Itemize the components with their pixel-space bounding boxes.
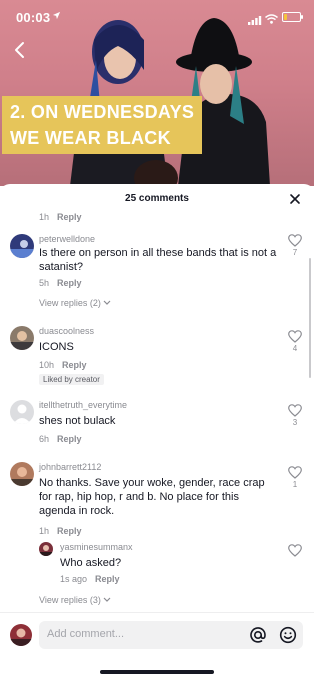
heart-icon xyxy=(288,404,302,417)
comments-count: 25 comments xyxy=(125,193,189,204)
comment-meta: 5h Reply xyxy=(39,278,82,288)
avatar[interactable] xyxy=(10,400,34,424)
back-chevron-icon[interactable] xyxy=(8,38,32,62)
heart-icon xyxy=(288,234,302,247)
wifi-icon xyxy=(265,11,278,29)
heart-icon xyxy=(288,544,302,557)
like-count: 3 xyxy=(292,418,298,427)
like-count: 1 xyxy=(292,480,298,489)
chevron-down-icon xyxy=(103,597,111,602)
view-replies-link[interactable]: View replies (2) xyxy=(39,298,111,308)
reply-text: Who asked? xyxy=(60,557,122,569)
like-button[interactable] xyxy=(287,544,303,557)
comment-text: ICONS xyxy=(39,341,74,353)
partial-comment-meta: 1h Reply xyxy=(39,212,82,222)
avatar[interactable] xyxy=(39,542,53,556)
avatar[interactable] xyxy=(10,234,34,258)
comment-meta: 6h Reply xyxy=(39,434,82,444)
comment-username[interactable]: duascoolness xyxy=(39,326,94,336)
battery-icon xyxy=(282,12,303,22)
like-button[interactable]: 4 xyxy=(287,330,303,353)
caption-line-1: 2. ON WEDNESDAYS xyxy=(10,102,195,122)
caption-line-2: WE WEAR BLACK xyxy=(10,128,171,148)
avatar[interactable] xyxy=(10,462,34,486)
battery-level xyxy=(284,14,287,20)
heart-icon xyxy=(288,330,302,343)
comment-text: shes not bulack xyxy=(39,415,116,427)
emoji-icon[interactable] xyxy=(279,626,297,649)
cellular-signal-icon xyxy=(248,12,262,30)
like-count: 7 xyxy=(292,248,298,257)
reply-link[interactable]: Reply xyxy=(95,574,120,584)
comments-list[interactable]: 1h Reply peterwelldone Is there on person… xyxy=(0,206,314,610)
comment-input[interactable]: Add comment... xyxy=(39,621,303,649)
heart-icon xyxy=(288,466,302,479)
user-avatar xyxy=(10,624,32,646)
comment-username[interactable]: itellthetruth_everytime xyxy=(39,400,127,410)
chevron-down-icon xyxy=(103,300,111,305)
like-button[interactable]: 3 xyxy=(287,404,303,427)
reply-username[interactable]: yasminesummanx xyxy=(60,542,133,552)
close-icon[interactable] xyxy=(288,192,302,206)
reply-meta: 1s ago Reply xyxy=(60,574,120,584)
avatar[interactable] xyxy=(10,326,34,350)
comment-username[interactable]: johnbarrett2112 xyxy=(39,462,101,472)
home-indicator xyxy=(100,670,214,674)
comments-sheet: 25 comments 1h Reply peterwelldone Is the… xyxy=(0,184,314,680)
reply-link[interactable]: Reply xyxy=(57,212,82,222)
scrollbar[interactable] xyxy=(309,258,311,378)
reply-link[interactable]: Reply xyxy=(57,434,82,444)
liked-by-creator-badge: Liked by creator xyxy=(39,374,104,385)
status-bar: 00:03 xyxy=(0,0,314,36)
comment-meta: 1h Reply xyxy=(39,526,82,536)
location-arrow-icon xyxy=(52,11,61,23)
like-count: 4 xyxy=(292,344,298,353)
at-icon[interactable] xyxy=(249,626,267,649)
reply-link[interactable]: Reply xyxy=(57,526,82,536)
comment-meta: 10h Reply xyxy=(39,360,87,370)
view-replies-link[interactable]: View replies (3) xyxy=(39,595,111,605)
reply-link[interactable]: Reply xyxy=(57,278,82,288)
comment-input-placeholder: Add comment... xyxy=(47,628,125,640)
video-caption: 2. ON WEDNESDAYS WE WEAR BLACK xyxy=(2,96,203,154)
status-time: 00:03 xyxy=(16,10,51,25)
video-background[interactable]: 00:03 2. ON WEDNESDAYS WE WEAR BLACK xyxy=(0,0,314,186)
comment-text: No thanks. Save your woke, gender, race … xyxy=(39,477,265,517)
like-button[interactable]: 7 xyxy=(287,234,303,257)
reply-link[interactable]: Reply xyxy=(62,360,87,370)
comment-username[interactable]: peterwelldone xyxy=(39,234,95,244)
comment-composer: Add comment... xyxy=(0,612,314,681)
like-button[interactable]: 1 xyxy=(287,466,303,489)
comment-text: Is there on person in all these bands th… xyxy=(39,247,277,273)
